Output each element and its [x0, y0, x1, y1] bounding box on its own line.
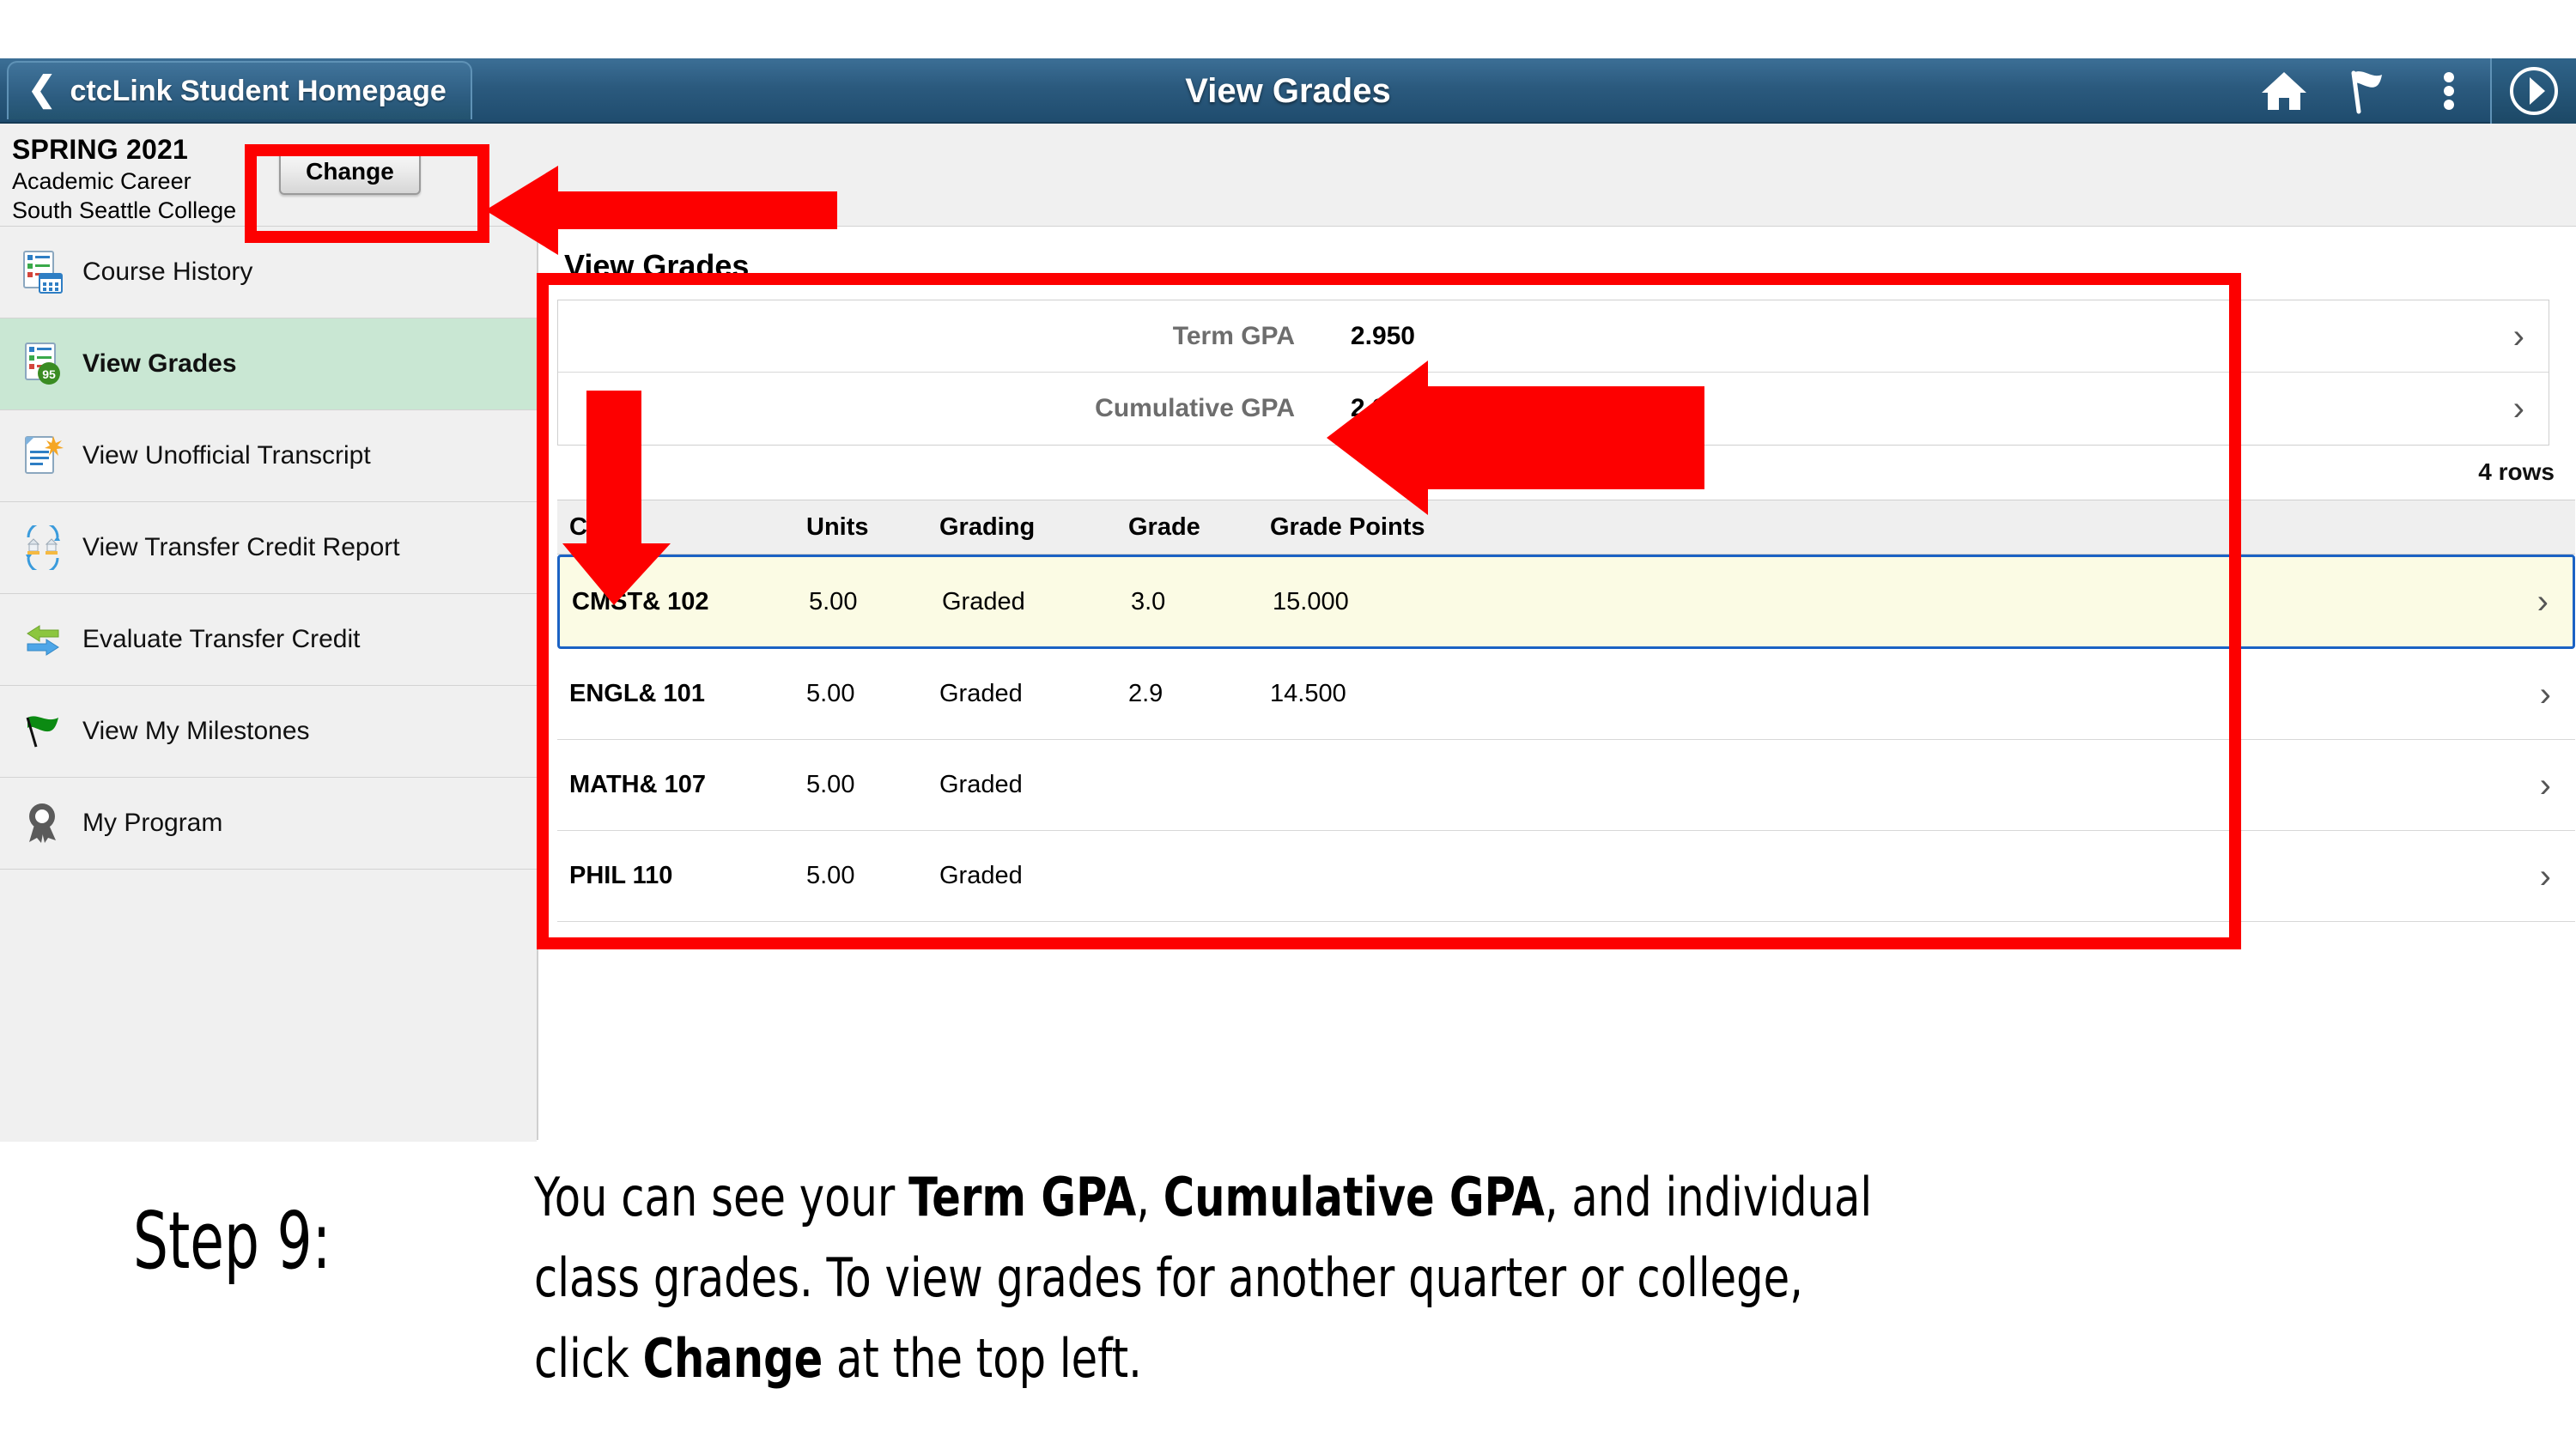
cell-class: ENGL& 101 — [569, 680, 705, 707]
change-button[interactable]: Change — [279, 148, 421, 195]
column-header-class: Class — [569, 512, 636, 541]
chevron-left-icon: ❮ — [27, 70, 57, 108]
view-grades-icon: 95 — [19, 340, 67, 388]
app-header: ❮ ctcLink Student Homepage View Grades — [0, 58, 2576, 124]
svg-text:95: 95 — [42, 367, 56, 381]
cumulative-gpa-row[interactable]: Cumulative GPA 2.950 › — [558, 373, 2549, 445]
chevron-right-icon[interactable]: › — [2513, 319, 2524, 354]
sidebar-item-view-unofficial-transcript[interactable]: View Unofficial Transcript — [0, 410, 537, 502]
kebab-menu-icon[interactable] — [2408, 58, 2490, 124]
line3-a: click — [534, 1327, 643, 1390]
back-button-label: ctcLink Student Homepage — [70, 74, 447, 107]
table-row[interactable]: CMST& 102 5.00 Graded 3.0 15.000 › — [557, 555, 2575, 649]
sidebar-item-my-program[interactable]: My Program — [0, 778, 537, 870]
term-gpa-label: Term GPA — [1172, 321, 1295, 350]
step-description-line-3: click Change at the top left. — [534, 1319, 2045, 1399]
app-window: ❮ ctcLink Student Homepage View Grades S… — [0, 58, 2576, 1325]
sidebar-item-label: View Grades — [82, 349, 237, 378]
sidebar-item-label: View Unofficial Transcript — [82, 441, 371, 470]
sidebar-item-view-transfer-credit-report[interactable]: View Transfer Credit Report — [0, 502, 537, 594]
line3-c: at the top left. — [823, 1327, 1142, 1390]
flag-icon[interactable] — [2325, 58, 2408, 124]
cell-grade-points: 14.500 — [1270, 680, 1346, 707]
table-row[interactable]: PHIL 110 5.00 Graded › — [557, 831, 2575, 922]
course-history-icon — [19, 248, 67, 296]
term-bar: SPRING 2021 Academic Career South Seattl… — [0, 124, 2576, 227]
line1-a: You can see your — [534, 1166, 909, 1228]
line1-c: , — [1136, 1166, 1163, 1228]
academic-career-label: Academic Career — [12, 168, 191, 194]
header-icon-group — [2243, 58, 2576, 124]
sidebar-item-label: Evaluate Transfer Credit — [82, 625, 361, 653]
back-to-homepage-button[interactable]: ❮ ctcLink Student Homepage — [7, 61, 472, 119]
cell-units: 5.00 — [809, 587, 858, 615]
transcript-icon — [19, 432, 67, 480]
line1-cumulative-gpa: Cumulative GPA — [1163, 1166, 1545, 1228]
cell-grading: Graded — [939, 862, 1023, 889]
sidebar-item-label: View My Milestones — [82, 717, 310, 745]
sidebar-item-view-my-milestones[interactable]: View My Milestones — [0, 686, 537, 778]
sidebar-item-evaluate-transfer-credit[interactable]: Evaluate Transfer Credit — [0, 594, 537, 686]
cell-units: 5.00 — [806, 862, 855, 889]
table-row[interactable]: ENGL& 101 5.00 Graded 2.9 14.500 › — [557, 649, 2575, 740]
term-gpa-value: 2.950 — [1350, 321, 1415, 350]
line1-e: , and individual — [1544, 1166, 1873, 1228]
cell-class: MATH& 107 — [569, 771, 706, 798]
gpa-summary-box: Term GPA 2.950 › Cumulative GPA 2.950 › — [557, 300, 2549, 446]
sidebar-item-view-grades[interactable]: 95 View Grades — [0, 318, 537, 410]
cumulative-gpa-value: 2.950 — [1350, 394, 1415, 422]
nav-bar-icon[interactable] — [2490, 58, 2576, 124]
step-description-line-1: You can see your Term GPA, Cumulative GP… — [534, 1157, 2045, 1238]
cell-grading: Graded — [939, 771, 1023, 798]
cumulative-gpa-label: Cumulative GPA — [1095, 394, 1295, 422]
evaluate-transfer-icon — [19, 615, 67, 664]
cell-grade: 3.0 — [1131, 587, 1166, 615]
step-label: Step 9: — [133, 1195, 331, 1287]
cell-units: 5.00 — [806, 680, 855, 707]
column-header-grade: Grade — [1128, 512, 1200, 541]
cell-grade: 2.9 — [1128, 680, 1163, 707]
table-row[interactable]: MATH& 107 5.00 Graded › — [557, 740, 2575, 831]
sidebar: Course History 95 View Grades View Unoff… — [0, 227, 538, 1325]
cell-class: CMST& 102 — [572, 587, 709, 615]
chevron-right-icon[interactable]: › — [2513, 391, 2524, 426]
chevron-right-icon[interactable]: › — [2540, 768, 2551, 803]
cell-grade-points: 15.000 — [1273, 587, 1349, 615]
chevron-right-icon[interactable]: › — [2537, 585, 2549, 619]
term-info: SPRING 2021 Academic Career South Seattl… — [12, 134, 236, 224]
caption-area: Step 9: You can see your Term GPA, Cumul… — [0, 1142, 2576, 1449]
step-description: You can see your Term GPA, Cumulative GP… — [534, 1157, 2045, 1399]
sidebar-item-course-history[interactable]: Course History — [0, 227, 537, 318]
home-icon[interactable] — [2243, 58, 2325, 124]
sidebar-item-label: Course History — [82, 258, 253, 286]
term-name: SPRING 2021 — [12, 134, 188, 165]
column-header-grading: Grading — [939, 512, 1036, 541]
row-count-label: 4 rows — [2478, 458, 2555, 485]
cell-grading: Graded — [939, 680, 1023, 707]
chevron-right-icon[interactable]: › — [2540, 859, 2551, 894]
line3-change: Change — [642, 1327, 823, 1390]
transfer-credit-report-icon — [19, 524, 67, 572]
table-header-row: Class Units Grading Grade Grade Points — [557, 500, 2575, 555]
chevron-right-icon[interactable]: › — [2540, 677, 2551, 712]
term-gpa-row[interactable]: Term GPA 2.950 › — [558, 300, 2549, 373]
content-panel: View Grades Term GPA 2.950 › Cumulative … — [540, 227, 2576, 1140]
institution-label: South Seattle College — [12, 197, 237, 223]
grades-table: Class Units Grading Grade Grade Points C… — [557, 500, 2575, 922]
ribbon-award-icon — [19, 799, 67, 847]
line1-term-gpa: Term GPA — [908, 1166, 1137, 1228]
sidebar-item-label: View Transfer Credit Report — [82, 533, 400, 561]
column-header-units: Units — [806, 512, 869, 541]
cell-units: 5.00 — [806, 771, 855, 798]
content-title: View Grades — [564, 248, 750, 283]
cell-grading: Graded — [942, 587, 1025, 615]
sidebar-item-label: My Program — [82, 809, 223, 837]
cell-class: PHIL 110 — [569, 862, 673, 889]
column-header-grade-points: Grade Points — [1270, 512, 1425, 541]
step-description-line-2: class grades. To view grades for another… — [534, 1246, 1803, 1309]
green-flag-icon — [19, 707, 67, 755]
